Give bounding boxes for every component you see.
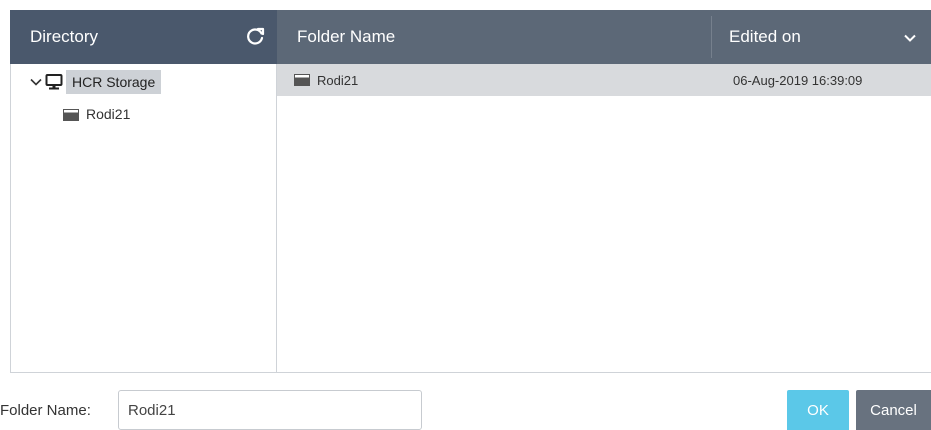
row-name-cell: Rodi21 (294, 64, 358, 96)
column-header-edited-on[interactable]: Edited on (729, 10, 801, 64)
refresh-icon[interactable] (243, 25, 267, 49)
row-edited-on: 06-Aug-2019 16:39:09 (733, 72, 863, 88)
column-header-folder-name[interactable]: Folder Name (297, 10, 395, 64)
folder-icon (63, 108, 79, 121)
directory-header: Directory (10, 10, 277, 64)
directory-tree: HCR Storage Rodi21 (10, 64, 277, 373)
list-header: Folder Name Edited on (277, 10, 931, 64)
chevron-down-icon[interactable] (903, 30, 917, 44)
folder-list: Rodi21 06-Aug-2019 16:39:09 (277, 64, 931, 373)
directory-browser: Directory HCR Storage Rodi21 Folder Name… (10, 10, 931, 373)
ok-button[interactable]: OK (787, 390, 849, 430)
row-name: Rodi21 (317, 72, 359, 88)
cancel-button[interactable]: Cancel (856, 390, 931, 430)
folder-name-input[interactable] (118, 390, 422, 430)
column-divider[interactable] (711, 16, 712, 58)
list-row[interactable]: Rodi21 06-Aug-2019 16:39:09 (277, 64, 931, 96)
folder-name-label: Folder Name: (0, 402, 91, 419)
tree-node-label[interactable]: Rodi21 (86, 106, 130, 122)
chevron-down-icon[interactable] (29, 75, 43, 89)
tree-node-rodi21[interactable]: Rodi21 (63, 106, 130, 122)
monitor-icon (45, 73, 63, 91)
tree-node-label[interactable]: HCR Storage (66, 70, 162, 94)
directory-title: Directory (30, 27, 99, 46)
folder-icon (294, 74, 310, 86)
tree-node-hcr-storage[interactable]: HCR Storage (29, 68, 162, 96)
